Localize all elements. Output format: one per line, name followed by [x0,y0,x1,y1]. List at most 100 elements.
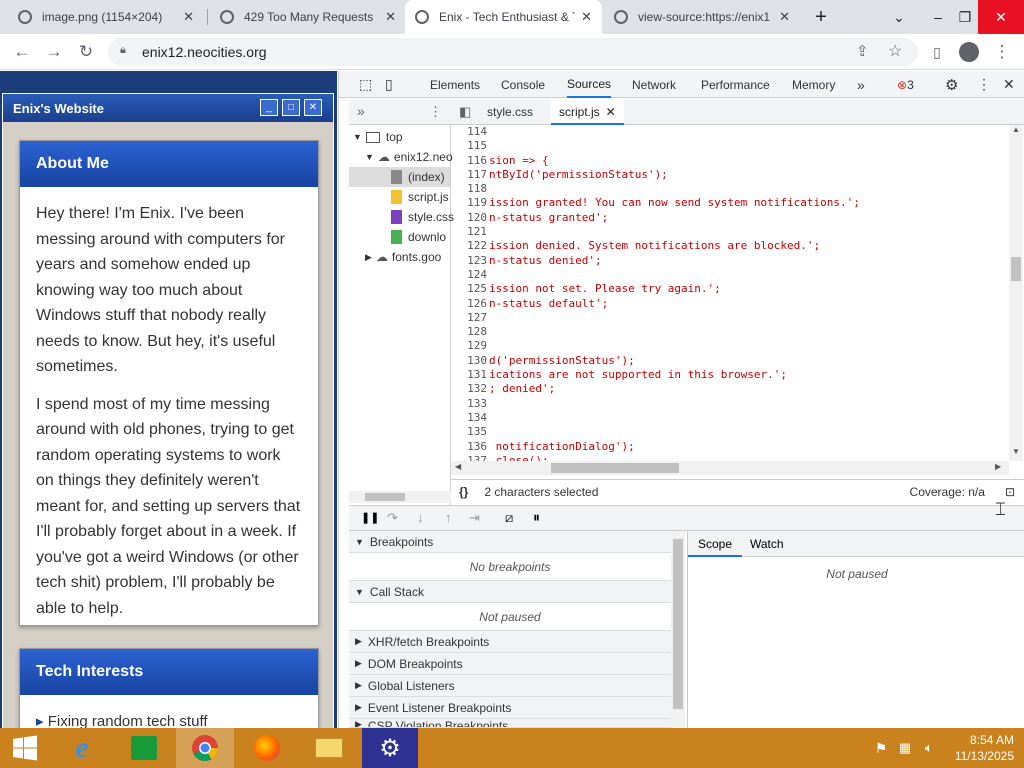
close-tab-icon[interactable]: ✕ [183,9,194,25]
tree-item-top[interactable]: ▼ top [349,127,450,147]
line-number[interactable]: 118 [451,182,489,196]
call-stack-section[interactable]: ▼ Call Stack [349,581,671,603]
code-line[interactable]: 118 [451,182,1009,196]
chrome-menu-icon[interactable]: ⋮ [990,34,1014,70]
code-line[interactable]: 129 [451,339,1009,353]
code-line[interactable]: 137 close(); [451,454,1009,461]
line-number[interactable]: 134 [451,411,489,425]
code-line[interactable]: 133 [451,397,1009,411]
line-number[interactable]: 127 [451,311,489,325]
code-line[interactable]: 135 [451,425,1009,439]
line-number[interactable]: 121 [451,225,489,239]
clock[interactable]: 8:54 AM 11/13/2025 [944,732,1014,764]
code-hscroll-thumb[interactable] [551,463,679,473]
internet-explorer-icon[interactable]: e [58,728,106,768]
line-number[interactable]: 124 [451,268,489,282]
tab-search-icon[interactable]: ⌄ [884,0,914,34]
tree-item-style[interactable]: style.css [349,207,454,227]
site-maximize-icon[interactable]: □ [282,99,300,116]
share-icon[interactable]: ⇪ [856,42,869,60]
tab-console[interactable]: Console [501,71,545,98]
tree-item-download[interactable]: downlo [349,227,450,247]
volume-muted-icon[interactable]: 🔈︎ [920,728,938,768]
line-number[interactable]: 137 [451,454,489,461]
code-line[interactable]: 124 [451,268,1009,282]
event-listener-breakpoints-section[interactable]: ▶ Event Listener Breakpoints [349,697,671,719]
device-toolbar-icon[interactable]: ▯ [385,71,393,98]
line-number[interactable]: 119 [451,196,489,210]
code-line[interactable]: 125 ission not set. Please try again.'; [451,282,1009,296]
navigator-scroll-thumb[interactable] [365,493,405,501]
site-minimize-icon[interactable]: _ [260,99,278,116]
tab-elements[interactable]: Elements [430,71,480,98]
forward-arrow-icon[interactable]: → [40,34,68,70]
code-line[interactable]: 121 [451,225,1009,239]
start-button[interactable] [0,728,50,768]
close-tab-icon[interactable]: ✕ [581,9,592,25]
toggle-navigator-icon[interactable]: ◧ [459,104,471,120]
code-line[interactable]: 127 [451,311,1009,325]
new-tab-button[interactable]: + [806,0,836,34]
tree-item-domain[interactable]: ▼ ☁ enix12.neo [349,147,453,167]
side-panel-icon[interactable]: ▯ [924,34,950,70]
csp-breakpoints-section[interactable]: ▶ CSP Violation Breakpoints [349,719,671,728]
line-number[interactable]: 132 [451,382,489,396]
tab-watch[interactable]: Watch [750,537,784,551]
line-number[interactable]: 131 [451,368,489,382]
step-over-icon[interactable]: ↷ [387,510,398,526]
tab-image-png[interactable]: image.png (1154×204) ✕ [8,0,204,34]
bookmark-star-icon[interactable]: ☆ [888,41,902,61]
navigator-hscrollbar[interactable] [349,491,451,503]
code-line[interactable]: 126 n-status default'; [451,297,1009,311]
tab-sources[interactable]: Sources [567,71,612,98]
line-number[interactable]: 129 [451,339,489,353]
line-number[interactable]: 120 [451,211,489,225]
line-number[interactable]: 115 [451,139,489,153]
code-line[interactable]: 115 [451,139,1009,153]
close-window-icon[interactable]: ✕ [978,0,1024,34]
step-out-icon[interactable]: ↑ [445,510,452,525]
tab-memory[interactable]: Memory [792,71,835,98]
back-arrow-icon[interactable]: ← [8,34,36,70]
code-line[interactable]: 119 ission granted! You can now send syst… [451,196,1009,210]
code-vscroll-thumb[interactable] [1011,257,1021,281]
reload-icon[interactable]: ↻ [72,34,100,70]
global-listeners-section[interactable]: ▶ Global Listeners [349,675,671,697]
control-panel-icon[interactable]: ⚙ [362,728,418,768]
line-number[interactable]: 117 [451,168,489,182]
pretty-print-icon[interactable]: {} [459,485,468,499]
line-number[interactable]: 136 [451,440,489,454]
line-number[interactable]: 128 [451,325,489,339]
xhr-breakpoints-section[interactable]: ▶ XHR/fetch Breakpoints [349,631,671,653]
code-line[interactable]: 120 n-status granted'; [451,211,1009,225]
chrome-taskbar-icon[interactable] [176,728,234,768]
code-line[interactable]: 122 ission denied. System notifications a… [451,239,1009,253]
line-number[interactable]: 130 [451,354,489,368]
line-number[interactable]: 133 [451,397,489,411]
step-icon[interactable]: ⇥ [469,510,480,526]
pause-on-exceptions-icon[interactable]: ⏸ [533,509,540,526]
coverage-toggle-icon[interactable]: ⊡ [1005,485,1015,499]
tab-network[interactable]: Network [632,71,676,98]
deactivate-breakpoints-icon[interactable]: ⧄ [505,510,513,526]
debugger-scrollbar[interactable] [671,531,685,728]
site-close-icon[interactable]: ✕ [304,99,322,116]
step-into-icon[interactable]: ↓ [417,510,424,525]
line-number[interactable]: 123 [451,254,489,268]
minimize-window-icon[interactable]: – [922,0,954,34]
code-line[interactable]: 136 notificationDialog'); [451,440,1009,454]
code-hscrollbar[interactable]: ◀ ▶ [451,461,1009,475]
close-editor-tab-icon[interactable]: ✕ [606,105,616,119]
devtools-menu-icon[interactable]: ⋮ [977,71,991,98]
tree-item-index[interactable]: (index) [349,167,450,187]
code-line[interactable]: 123 n-status denied'; [451,254,1009,268]
store-icon[interactable] [120,728,168,768]
code-line[interactable]: 128 [451,325,1009,339]
tab-performance[interactable]: Performance [701,71,770,98]
navigator-menu-icon[interactable]: ⋮ [429,104,442,120]
editor-tab-style-css[interactable]: style.css [487,105,533,119]
close-tab-icon[interactable]: ✕ [779,9,790,25]
more-tabs-icon[interactable]: » [857,71,865,98]
inspect-element-icon[interactable]: ⬚ [359,71,372,98]
debugger-scroll-thumb[interactable] [673,539,683,709]
